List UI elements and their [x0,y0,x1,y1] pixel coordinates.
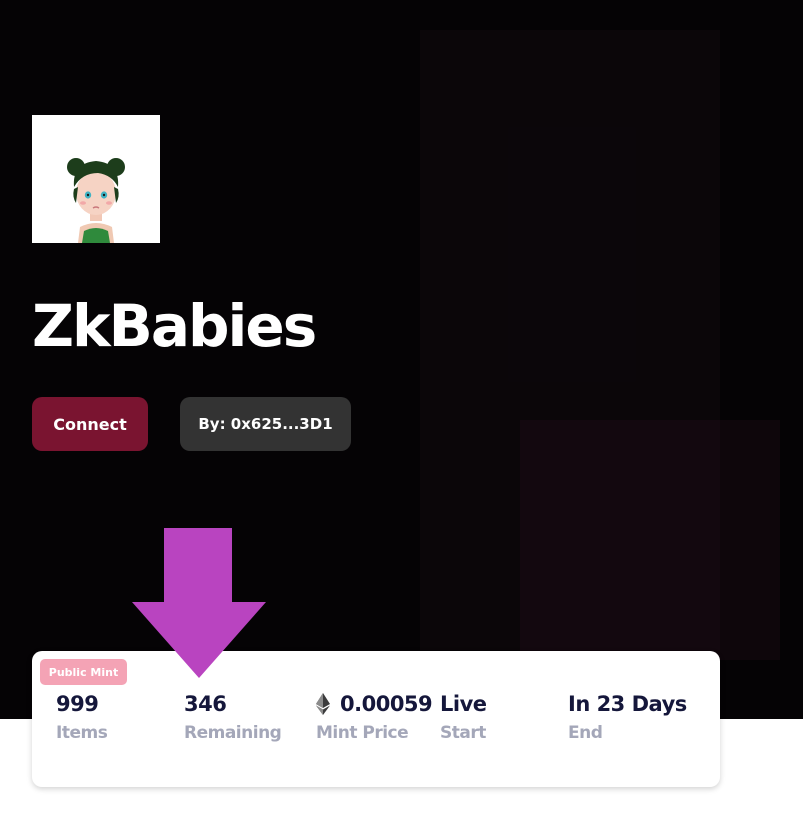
creator-address-button[interactable]: By: 0x625...3D1 [180,397,351,451]
ethereum-icon [316,693,330,715]
stat-start-label: Start [440,723,486,743]
stat-mint-price-value: 0.00059 [316,689,433,719]
mint-price-amount: 0.00059 [340,692,433,716]
stat-items-label: Items [56,723,108,743]
stat-items-value: 999 [56,692,99,716]
down-arrow-icon [132,528,266,678]
stat-mint-price: 0.00059 Mint Price [316,689,433,743]
stat-end: In 23 Days End [568,689,687,743]
stat-remaining-label: Remaining [184,723,282,743]
stat-start-value: Live [440,692,487,716]
stat-start: Live Start [440,689,487,743]
stat-remaining: 346 Remaining [184,689,282,743]
public-mint-badge: Public Mint [40,659,127,685]
stat-end-value: In 23 Days [568,692,687,716]
connect-button[interactable]: Connect [32,397,148,451]
hero-banner: ZkBabies Connect By: 0x625...3D1 [0,0,803,719]
stat-items: 999 Items [56,689,108,743]
project-title: ZkBabies [32,292,317,360]
stat-mint-price-label: Mint Price [316,723,409,743]
zkbaby-avatar-icon [32,115,160,243]
stat-remaining-value: 346 [184,692,227,716]
project-logo [32,115,160,243]
stat-end-label: End [568,723,603,743]
hero-background-shape [520,420,780,660]
